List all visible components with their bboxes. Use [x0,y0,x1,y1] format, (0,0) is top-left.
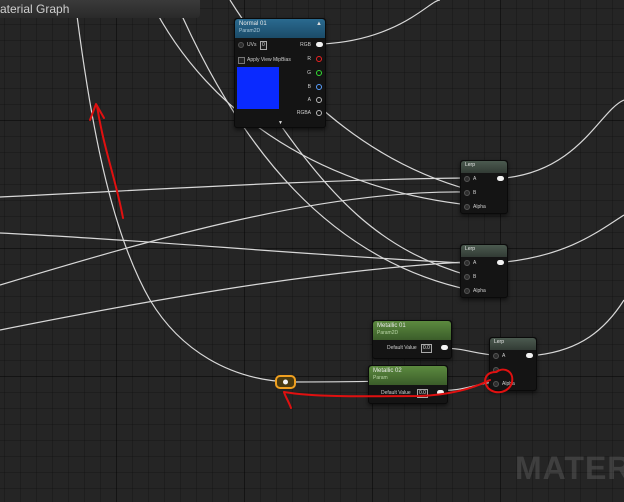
material-graph-canvas[interactable]: Material Graph Normal 01 Param2D ▲ UVs 0… [0,0,624,502]
annotation-path-to-alpha [283,379,491,409]
annotation-layer [89,103,514,409]
annotation-arrow-up [96,105,124,219]
annotation-arrowhead [89,103,105,121]
editor-watermark: MATERI [515,450,624,486]
